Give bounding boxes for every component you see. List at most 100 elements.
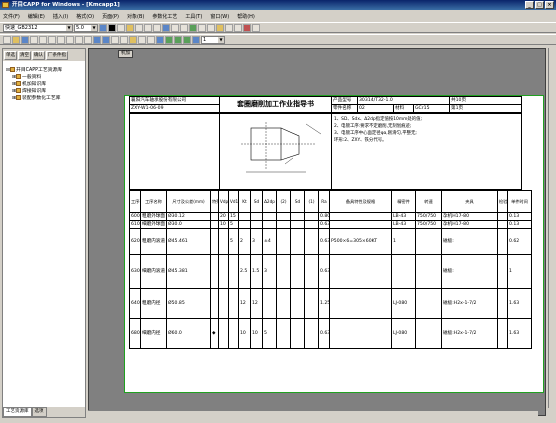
tree-item[interactable]: ⊞ 装配参数化工艺库 — [6, 95, 62, 102]
table-row[interactable]: 600 粗磨外球面 Ø30.12 20 15 0.80 LB-43 750/750 孕机H17-… — [129, 212, 532, 221]
single-select-button[interactable]: 单选 — [4, 50, 17, 60]
window-title: 开目CAPP for Windows - [Kmcapp1] — [12, 2, 120, 8]
title-bar: 开目CAPP for Windows - [Kmcapp1] _ □ × — [0, 0, 556, 10]
toolbar-standard: 1 — [0, 34, 556, 45]
zoom-select[interactable]: 1 — [201, 35, 225, 44]
material-label: 材料 — [393, 104, 414, 113]
menu-page[interactable]: 页面(P) — [102, 13, 119, 20]
condition-button[interactable]: 厂条件指 — [46, 50, 68, 60]
total-pages: 共10页 — [449, 96, 523, 105]
doc-tab-machining[interactable]: 机加 — [118, 50, 133, 58]
nav-icon[interactable] — [192, 35, 200, 44]
tree-item[interactable]: ⊞ 机加知识库 — [6, 81, 62, 88]
cell-icon[interactable] — [171, 23, 179, 32]
tab-options[interactable]: 选项 — [31, 407, 47, 417]
menu-window[interactable]: 窗口(W) — [210, 13, 229, 20]
symbol-icon[interactable] — [234, 23, 242, 32]
tree-item[interactable]: ⊞ 一般资料 — [6, 74, 62, 81]
align-icon[interactable] — [135, 23, 143, 32]
pan-icon[interactable] — [111, 35, 119, 44]
tree-root[interactable]: ⊟ 开目CAPP工艺资源库 — [6, 67, 62, 74]
operations-table: 工序号工序名称尺寸及公差(mm)特殊特性VdpVd1KtSdΔ2dp(2)Sd(… — [129, 190, 532, 349]
menu-insert[interactable]: 插入(I) — [53, 13, 68, 20]
align-icon[interactable] — [153, 23, 161, 32]
horizontal-scrollbar[interactable] — [88, 410, 538, 417]
menu-file[interactable]: 文件(F) — [3, 13, 20, 20]
menu-param-process[interactable]: 参数化工艺 — [152, 13, 177, 20]
folder-icon — [16, 95, 22, 100]
copy-icon[interactable] — [57, 35, 65, 44]
tree-item[interactable]: ⊞ 焊接知识库 — [6, 88, 62, 95]
delete-icon[interactable] — [243, 23, 251, 32]
menu-edit[interactable]: 编辑(E) — [28, 13, 45, 20]
vertical-scrollbar[interactable] — [548, 48, 556, 408]
menu-tools[interactable]: 工具(T) — [185, 13, 202, 20]
new-icon[interactable] — [3, 35, 11, 44]
menu-format[interactable]: 格式(O) — [76, 13, 94, 20]
table-row[interactable]: 630 细磨内滚道 Ø45.381 2.5 1.5 3 0.63 磁极: 1 — [129, 254, 532, 289]
symbol-icon[interactable] — [216, 23, 224, 32]
open-icon[interactable] — [12, 35, 20, 44]
color-icon[interactable] — [108, 23, 116, 32]
sheet-drawing-area: 1、SD、Sdx、Δ2dp指定值按10mm处的值; 2、电镀工序:要求不定磨削,… — [129, 113, 522, 190]
border-icon[interactable] — [207, 23, 215, 32]
arrow-icon[interactable] — [117, 23, 125, 32]
close-button[interactable]: × — [545, 1, 554, 9]
cell-icon[interactable] — [180, 23, 188, 32]
confirm-button[interactable]: 确认 — [32, 50, 45, 60]
minimize-button[interactable]: _ — [525, 1, 534, 9]
paste-icon[interactable] — [66, 35, 74, 44]
cut-icon[interactable] — [48, 35, 56, 44]
format-icon[interactable] — [126, 23, 134, 32]
maximize-button[interactable]: □ — [535, 1, 544, 9]
signature-block — [129, 113, 220, 190]
image-icon[interactable] — [129, 35, 137, 44]
part-label: 零件名称 — [331, 104, 358, 113]
menu-object[interactable]: 对象(B) — [127, 13, 144, 20]
folder-icon — [10, 67, 16, 72]
table-row[interactable]: 620 粗磨内滚道 Ø45.461 5 2 3 ±4 0.63 P500×6=305×60KT 1… — [129, 228, 532, 255]
font-style-select[interactable]: 快速_GB2312 — [3, 23, 73, 32]
process-sheet: 襄阳汽车轴承股份有限公司 套圈磨削加工作业指导书 产品型号 30314/T32-… — [129, 96, 532, 349]
save-icon[interactable] — [21, 35, 29, 44]
clear-button[interactable]: 清空 — [18, 50, 31, 60]
undo-icon[interactable] — [75, 35, 83, 44]
preview-icon[interactable] — [39, 35, 47, 44]
nav-icon[interactable] — [156, 35, 164, 44]
technical-notes: 1、SD、Sdx、Δ2dp指定值按10mm处的值; 2、电镀工序:要求不定磨削,… — [331, 113, 522, 190]
grid-icon[interactable] — [252, 23, 260, 32]
app-window: 开目CAPP for Windows - [Kmcapp1] _ □ × 文件(… — [0, 0, 556, 423]
zoom-in-icon[interactable] — [93, 35, 101, 44]
sheet-header: 襄阳汽车轴承股份有限公司 套圈磨削加工作业指导书 产品型号 30314/T32-… — [129, 96, 523, 113]
symbol-icon[interactable] — [225, 23, 233, 32]
tab-resources[interactable]: 工艺资源库 — [3, 407, 32, 417]
resource-tree: ⊟ 开目CAPP工艺资源库 ⊞ 一般资料 ⊞ 机加知识库 ⊞ 焊接知识库 ⊞ 装配参数化工… — [6, 67, 62, 102]
toolbar-format: 快速_GB2312 5.0 — [0, 22, 556, 33]
part-value: 02 — [357, 104, 394, 113]
align-icon[interactable] — [144, 23, 152, 32]
table-row[interactable]: 610 细磨外球面 Ø30.0 10 5 0.63 LB-43 750/750 孕机H17-80… — [129, 220, 532, 229]
print-icon[interactable] — [30, 35, 38, 44]
part-drawing — [219, 113, 332, 190]
menu-bar: 文件(F) 编辑(E) 插入(I) 格式(O) 页面(P) 对象(B) 参数化工… — [0, 11, 556, 21]
table-row[interactable]: 680 细磨内径 Ø60.0 ◆ 10 10 5 0.63 LJ-080 磁极:H2x-1-7/2… — [129, 318, 532, 349]
fit-icon[interactable] — [120, 35, 128, 44]
nav-icon[interactable] — [174, 35, 182, 44]
doc-number: ZXY-W1-06-09 — [129, 104, 220, 113]
page-icon[interactable] — [138, 35, 146, 44]
zoom-out-icon[interactable] — [102, 35, 110, 44]
page-icon[interactable] — [147, 35, 155, 44]
split-icon[interactable] — [198, 23, 206, 32]
menu-help[interactable]: 帮助(H) — [237, 13, 255, 20]
nav-icon[interactable] — [183, 35, 191, 44]
nav-icon[interactable] — [165, 35, 173, 44]
table-row[interactable]: 640 粗磨内径 Ø50.85 12 12 1.25 LJ-080 磁极:H2x-1-7/2 1… — [129, 288, 532, 319]
table-icon[interactable] — [162, 23, 170, 32]
merge-icon[interactable] — [189, 23, 197, 32]
app-icon — [2, 2, 9, 8]
bold-icon[interactable] — [99, 23, 107, 32]
font-size-select[interactable]: 5.0 — [74, 23, 98, 32]
folder-icon — [16, 88, 22, 93]
redo-icon[interactable] — [84, 35, 92, 44]
product-value: 30314/T32-1.0 — [356, 96, 451, 105]
